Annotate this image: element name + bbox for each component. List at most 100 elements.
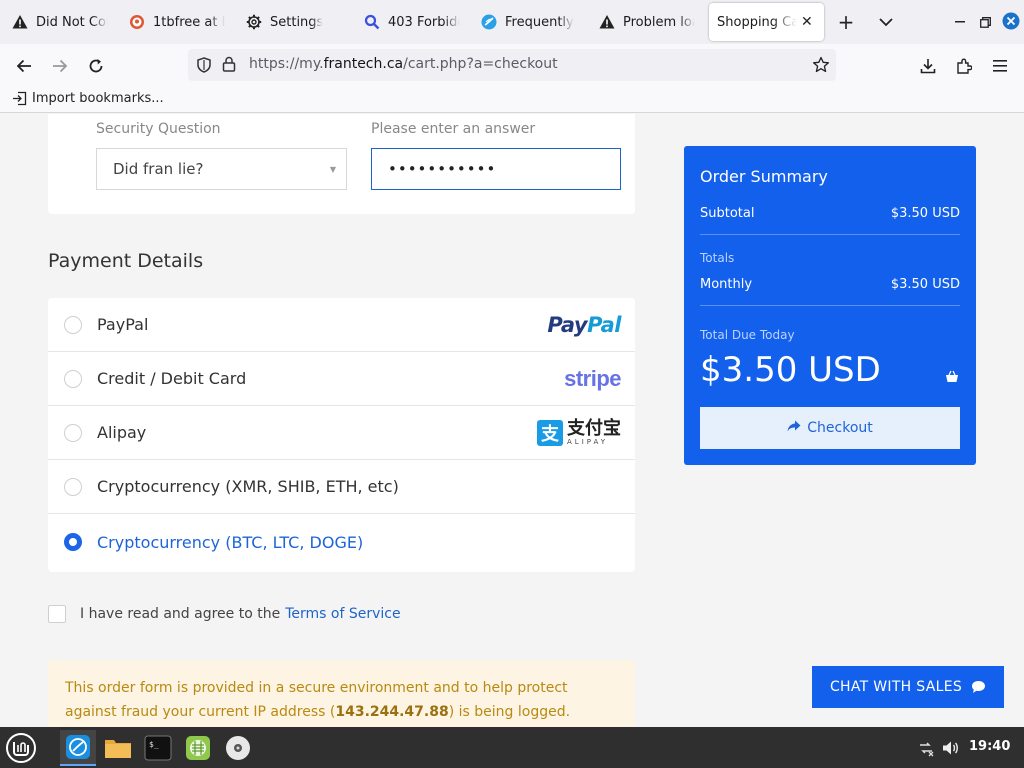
payment-option-crypto-xmr[interactable]: Cryptocurrency (XMR, SHIB, ETH, etc) [48,460,635,514]
caret-down-icon: ▼ [329,165,336,174]
svg-text:$_: $_ [149,740,159,749]
payment-option-alipay[interactable]: Alipay 支 支付宝 ALIPAY [48,406,635,460]
menu-icon[interactable] [988,54,1012,78]
url-path: /cart.php?a=checkout [403,56,558,72]
chevron-down-icon[interactable] [874,10,898,34]
tab-2[interactable]: Settings [238,3,350,41]
security-answer-value: ••••••••••• [388,160,497,178]
payment-option-card[interactable]: Credit / Debit Card stripe [48,352,635,406]
notice-text-end: ) is being logged. [448,704,571,720]
subtotal-value: $3.50 USD [890,206,960,221]
close-window-icon[interactable] [1001,11,1021,31]
security-question-value: Did fran lie? [113,160,204,178]
checkout-button[interactable]: Checkout [700,407,960,449]
payment-option-paypal[interactable]: PayPal PayPal [48,298,635,352]
tab-5[interactable]: Problem loa [591,3,703,41]
gear-icon [246,14,262,30]
import-icon [12,91,27,106]
radio-alipay[interactable] [64,423,82,442]
tab-0[interactable]: Did Not Con [4,3,116,41]
lock-icon[interactable] [222,56,236,76]
subtotal-row: Subtotal $3.50 USD [700,206,960,221]
navigation-toolbar: https://my.frantech.ca/cart.php?a=checko… [0,44,1024,87]
terminal-taskbar-icon[interactable]: $_ [140,730,176,766]
folder-taskbar-icon[interactable] [100,730,136,766]
duckduckgo-icon [129,14,145,30]
tos-checkbox[interactable] [48,605,66,623]
order-summary-title: Order Summary [700,167,828,186]
totals-label: Totals [700,251,735,265]
extensions-icon[interactable] [952,54,976,78]
tab-4[interactable]: Frequently [473,3,585,41]
cyclone-icon [481,14,497,30]
bookmark-star-icon[interactable] [812,56,830,78]
security-answer-label: Please enter an answer [371,121,536,137]
order-summary: Order Summary Subtotal $3.50 USD Totals … [684,146,976,465]
paypal-logo: PayPal [547,312,621,337]
clock[interactable]: 19:40 [969,739,1010,754]
security-question-select[interactable]: Did fran lie? ▼ [96,148,347,190]
url-bar[interactable]: https://my.frantech.ca/cart.php?a=checko… [188,49,836,81]
payment-option-label: PayPal [97,315,149,334]
tab-title: Settings [270,14,324,30]
cart-icon [945,368,959,387]
shield-icon[interactable] [196,57,212,77]
bookmarks-toolbar: Import bookmarks... [0,87,1024,113]
url-text[interactable]: https://my.frantech.ca/cart.php?a=checko… [249,56,558,72]
tab-3[interactable]: 403 Forbidd [356,3,468,41]
import-bookmarks-link[interactable]: Import bookmarks... [12,91,164,106]
forward-icon[interactable] [48,54,72,78]
monthly-value: $3.50 USD [890,277,960,292]
payment-methods-list: PayPal PayPal Credit / Debit Card stripe… [48,298,635,572]
security-answer-input[interactable]: ••••••••••• [371,148,621,190]
alipay-logo-text: 支付宝 [567,417,621,439]
radio-paypal[interactable] [64,315,82,334]
page-viewport: Security Question Please enter an answer… [0,114,1024,727]
warning-icon [599,14,615,30]
os-taskbar: $_ 19:40 [0,727,1024,768]
tab-title: Shopping Ca [717,14,797,30]
volume-icon[interactable] [942,727,960,768]
tab-title: 1tbfree at D [153,14,225,30]
radio-crypto-xmr[interactable] [64,477,82,496]
alipay-logo: 支 支付宝 ALIPAY [537,417,621,446]
chat-label: CHAT WITH SALES [829,679,963,695]
radio-card[interactable] [64,369,82,388]
close-tab-icon[interactable]: ✕ [801,14,813,30]
back-icon[interactable] [12,54,36,78]
checkout-label: Checkout [807,420,873,436]
subtotal-label: Subtotal [700,206,755,221]
start-menu-icon[interactable] [3,730,39,766]
payment-option-label: Alipay [97,423,147,442]
minimize-icon[interactable] [950,12,970,32]
payment-details-title: Payment Details [48,250,204,272]
download-icon[interactable] [916,54,940,78]
network-icon[interactable] [917,727,935,768]
stripe-logo: stripe [564,365,621,391]
tab-title: Problem loa [623,14,695,30]
warning-icon [12,14,28,30]
tab-1[interactable]: 1tbfree at D [121,3,233,41]
tos-link[interactable]: Terms of Service [285,606,400,622]
tab-title: Frequently [505,14,574,30]
disc-taskbar-icon[interactable] [220,730,256,766]
security-question-label: Security Question [96,121,221,137]
tab-strip: Did Not Con 1tbfree at D Settings 403 Fo… [0,0,1024,44]
radio-crypto-btc[interactable] [64,533,82,551]
tab-title: Did Not Con [36,14,108,30]
url-domain: frantech.ca [323,56,404,72]
security-notice: This order form is provided in a secure … [48,660,635,727]
monthly-row: Monthly $3.50 USD [700,277,960,292]
tab-active[interactable]: Shopping Ca ✕ [709,3,824,41]
restore-icon[interactable] [975,12,995,32]
payment-option-crypto-btc[interactable]: Cryptocurrency (BTC, LTC, DOGE) [48,515,635,569]
alipay-logo-subtext: ALIPAY [567,437,609,446]
spreadsheet-taskbar-icon[interactable] [180,730,216,766]
payment-option-label: Cryptocurrency (BTC, LTC, DOGE) [97,532,364,552]
chat-with-sales-button[interactable]: CHAT WITH SALES [812,666,1004,708]
reload-icon[interactable] [84,54,108,78]
ip-address: 143.244.47.88 [335,704,449,720]
browser-taskbar-icon[interactable] [60,730,96,766]
new-tab-icon[interactable]: + [834,10,858,34]
search-icon [364,14,380,30]
